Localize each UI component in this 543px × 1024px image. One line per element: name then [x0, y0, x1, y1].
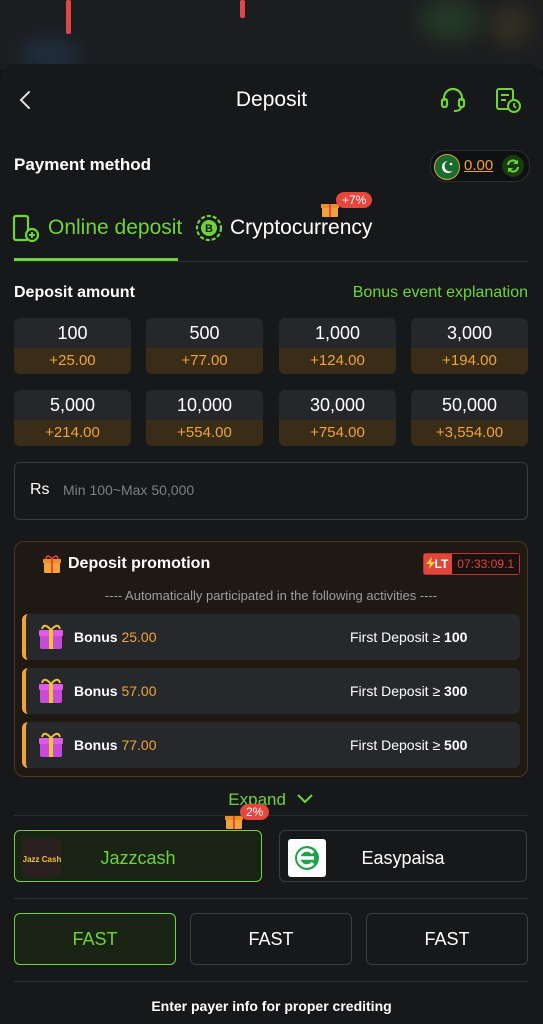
payment-method-label: Payment method [14, 155, 151, 174]
amount-option[interactable]: 1,000 +124.00 [279, 318, 396, 374]
tab-cryptocurrency-label: Cryptocurrency [230, 216, 373, 239]
amount-bonus: +214.00 [14, 420, 131, 446]
blur-blob [490, 5, 530, 45]
blur-blob [420, 0, 480, 40]
tab-online-deposit[interactable]: Online deposit [12, 214, 183, 243]
channel-jazzcash[interactable]: Jazz Cash Jazzcash [14, 830, 262, 882]
chevron-down-icon [296, 794, 313, 804]
svg-text:B: B [205, 223, 213, 235]
tab-cryptocurrency[interactable]: B Cryptocurrency [195, 214, 373, 242]
gift-box-icon [39, 624, 63, 649]
payer-info-note: Enter payer info for proper crediting [151, 998, 392, 1014]
bonus-label: Bonus 77.00 [74, 737, 157, 753]
gift-icon [43, 555, 61, 573]
support-button[interactable] [439, 86, 467, 114]
amount-option[interactable]: 100 +25.00 [14, 318, 131, 374]
expand-button[interactable]: Expand [0, 790, 543, 810]
amount-value: 1,000 [314, 323, 361, 343]
bonus-value: 77.00 [121, 737, 157, 753]
section-divider [14, 898, 529, 899]
section-divider [14, 815, 529, 816]
auto-participation-note: ---- Automatically participated in the f… [104, 588, 438, 603]
channel-name: Easypaisa [361, 848, 445, 868]
deposit-promotion-panel: Deposit promotion LT 07:33:09.1 ---- Aut… [14, 541, 528, 777]
amount-bonus: +194.00 [411, 348, 528, 374]
refresh-icon [502, 155, 524, 177]
bonus-condition: First Deposit ≥ 100 [350, 629, 468, 645]
tab-divider [14, 261, 529, 262]
amount-value: 100 [57, 323, 88, 343]
amount-value: 30,000 [309, 395, 366, 415]
amount-option[interactable]: 3,000 +194.00 [411, 318, 528, 374]
promotion-title: Deposit promotion [68, 555, 211, 572]
timer-value: 07:33:09.1 [452, 554, 519, 574]
lightning-icon [425, 557, 435, 569]
amount-bonus: +25.00 [14, 348, 131, 374]
crypto-bonus-value: +7% [336, 192, 373, 208]
bonus-label: Bonus 25.00 [74, 629, 157, 645]
promotion-row: Bonus 25.00 First Deposit ≥ 100 [22, 614, 520, 660]
amount-value: 500 [189, 323, 220, 343]
bonus-value: 25.00 [121, 629, 157, 645]
promotion-row: Bonus 57.00 First Deposit ≥ 300 [22, 668, 520, 714]
refresh-balance-button[interactable] [501, 154, 525, 178]
channel-easypaisa[interactable]: Easypaisa [279, 830, 527, 882]
amount-bonus: +124.00 [279, 348, 396, 374]
deposit-sheet: Deposit Payment method 0.00 Online depos… [0, 64, 543, 1024]
amount-bonus: +754.00 [279, 420, 396, 446]
amount-value: 5,000 [49, 395, 96, 415]
tab-online-deposit-label: Online deposit [48, 216, 183, 239]
section-divider [14, 981, 529, 982]
background-app-preview [0, 0, 543, 70]
amount-value: 3,000 [446, 323, 493, 343]
deposit-amount-label: Deposit amount [14, 284, 135, 301]
headset-icon [440, 87, 466, 112]
amount-bonus: +554.00 [146, 420, 263, 446]
chart-candle [240, 0, 245, 18]
timer-tag: LT [423, 554, 453, 574]
bonus-value: 57.00 [121, 683, 157, 699]
promotion-row: Bonus 77.00 First Deposit ≥ 500 [22, 722, 520, 768]
balance-amount: 0.00 [464, 157, 494, 174]
bonus-condition: First Deposit ≥ 300 [350, 683, 468, 699]
bonus-event-explanation-link[interactable]: Bonus event explanation [353, 284, 528, 302]
amount-bonus: +3,554.00 [411, 420, 528, 446]
channel-name: Jazzcash [100, 848, 176, 868]
amount-input[interactable]: Rs Min 100~Max 50,000 [14, 462, 528, 520]
speed-option[interactable]: FAST [190, 913, 352, 965]
jazzcash-bonus-value: 2% [240, 804, 270, 820]
jazzcash-bonus-badge: 2% [224, 804, 270, 829]
amount-option[interactable]: 50,000 +3,554.00 [411, 390, 528, 446]
balance-pill: 0.00 [430, 150, 530, 182]
amount-option[interactable]: 5,000 +214.00 [14, 390, 131, 446]
amount-value: 10,000 [176, 395, 233, 415]
promotion-timer: LT 07:33:09.1 [422, 553, 520, 575]
bonus-condition: First Deposit ≥ 500 [350, 737, 468, 753]
currency-label: Rs [30, 481, 50, 498]
chart-candle [66, 0, 71, 34]
gift-box-icon [39, 732, 63, 757]
record-history-icon [496, 88, 521, 113]
speed-option[interactable]: FAST [14, 913, 176, 965]
pakistan-flag-icon [434, 154, 460, 180]
crypto-bonus-badge: +7% [320, 192, 373, 217]
amount-placeholder: Min 100~Max 50,000 [63, 482, 195, 498]
mobile-deposit-icon [12, 214, 40, 243]
amount-bonus: +77.00 [146, 348, 263, 374]
amount-option[interactable]: 30,000 +754.00 [279, 390, 396, 446]
bitcoin-icon: B [195, 214, 223, 242]
bonus-label: Bonus 57.00 [74, 683, 157, 699]
amount-option[interactable]: 500 +77.00 [146, 318, 263, 374]
speed-option[interactable]: FAST [366, 913, 528, 965]
amount-option[interactable]: 10,000 +554.00 [146, 390, 263, 446]
amount-value: 50,000 [441, 395, 498, 415]
gift-box-icon [39, 678, 63, 703]
history-button[interactable] [494, 86, 522, 114]
